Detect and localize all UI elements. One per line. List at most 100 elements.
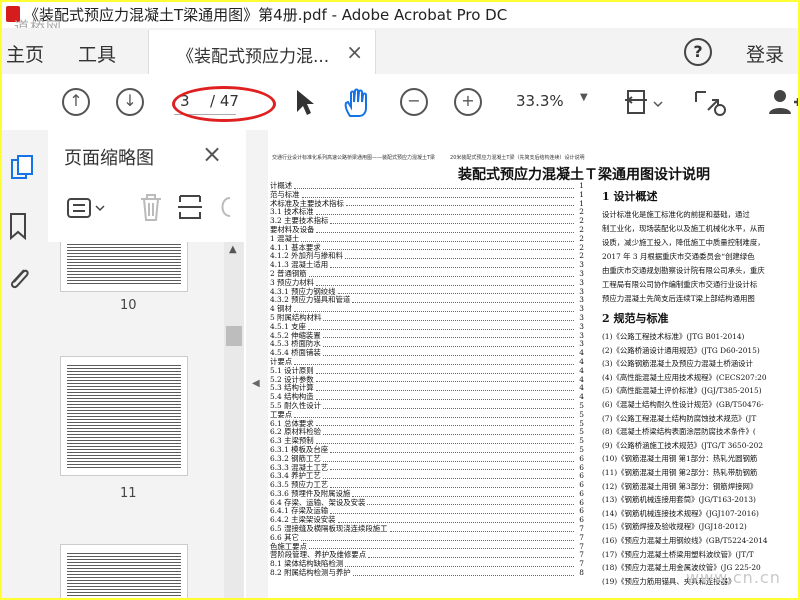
- reference-item: (7)《公路工程混凝土结构防腐蚀技术规范》(JT: [602, 413, 757, 423]
- section-heading: 1 设计概述: [602, 190, 658, 203]
- toc-entry[interactable]: 5.5 耐久性设计 5: [270, 401, 584, 411]
- toc-entry[interactable]: 2 普通钢筋 3: [270, 269, 584, 279]
- close-tab-icon[interactable]: ×: [346, 40, 363, 64]
- sign-in-button[interactable]: 登录: [746, 40, 784, 67]
- toc-entry[interactable]: 5.3 结构计算 4: [270, 384, 584, 393]
- toc-entry[interactable]: 计概述 1: [270, 181, 584, 191]
- toc-leader: [367, 499, 574, 506]
- toolbar: ↑ ↓ 3 / 47 − + 33.3% ▼: [2, 74, 800, 131]
- previous-page-icon[interactable]: ↑: [62, 88, 90, 116]
- toc-leader: [368, 551, 574, 559]
- toc-entry[interactable]: 3.2 主要技术指标 2: [270, 216, 584, 226]
- collapse-arrow-icon[interactable]: ◀: [252, 378, 260, 389]
- toc-leader: [345, 560, 574, 568]
- toc-entry[interactable]: 4.3.2 预应力锚具和管道 3: [270, 296, 584, 305]
- tab-home[interactable]: 主页: [6, 40, 44, 67]
- window-title: 《装配式预应力混凝土T梁通用图》第4册.pdf - Adobe Acrobat …: [24, 6, 508, 24]
- table-of-contents: 计概述 1 范与标准 1 术标准及主要技术指标 1 3.1 技术标准 2 3.2 主要技术指标 2…: [270, 181, 584, 598]
- delete-page-icon[interactable]: [138, 192, 164, 222]
- toc-leader: [322, 472, 574, 480]
- toc-leader: [308, 270, 574, 277]
- toc-leader: [323, 314, 574, 321]
- page-thumbnail[interactable]: [60, 356, 188, 476]
- reference-item: (12)《钢筋混凝土用钢 第3部分：钢筋焊接网》: [602, 481, 758, 491]
- tab-tools[interactable]: 工具: [78, 40, 116, 67]
- acrobat-window: 《装配式预应力混凝土T梁通用图》第4册.pdf - Adobe Acrobat …: [0, 0, 800, 600]
- bookmark-icon[interactable]: [8, 212, 28, 240]
- toc-entry[interactable]: 要材料及设备 2: [270, 225, 584, 235]
- zoom-dropdown-icon[interactable]: ▼: [580, 92, 588, 103]
- reference-item: (13)《钢筋机械连接用套筒》(JG/T163-2013): [602, 495, 756, 505]
- reference-item: (5)《高性能混凝土评价标准》(JGJ/T385-2015): [602, 386, 762, 396]
- reference-item: (15)《钢筋焊接及验收规程》(JGJ18-2012): [602, 522, 747, 532]
- toc-entry[interactable]: 计要点 4: [270, 357, 584, 367]
- toc-entry[interactable]: 6.6 其它 7: [270, 533, 584, 543]
- panel-collapse-handle[interactable]: ◀: [246, 130, 268, 598]
- page-thumbnail[interactable]: [60, 544, 188, 598]
- toc-leader: [315, 376, 574, 383]
- toc-leader: [330, 217, 574, 224]
- toc-entry[interactable]: 工要点 5: [270, 410, 584, 420]
- attachment-icon[interactable]: [6, 264, 32, 296]
- zoom-level[interactable]: 33.3%: [516, 92, 564, 110]
- reference-item: (17)《预应力混凝土桥梁用塑料波纹管》(JT/T: [602, 549, 754, 559]
- rotate-page-icon[interactable]: [216, 194, 236, 220]
- section-heading: 2 规范与标准: [602, 312, 669, 325]
- toc-leader: [322, 340, 574, 348]
- toc-leader: [294, 358, 574, 365]
- toc-entry[interactable]: 5.2 设计参数 4: [270, 375, 584, 385]
- toc-leader: [344, 252, 574, 260]
- toc-leader: [330, 481, 574, 488]
- thumbnail-content: [67, 363, 181, 469]
- toc-leader: [352, 569, 574, 576]
- select-cursor-icon[interactable]: [294, 88, 314, 116]
- toc-entry[interactable]: 6.2 原材料检验 5: [270, 428, 584, 437]
- toc-entry[interactable]: 8.2 附属结构检测与养护 8: [270, 568, 584, 578]
- tab-bar: 主页 工具 《装配式预应力混... × ? 登录: [2, 28, 798, 75]
- share-link-icon[interactable]: [692, 88, 728, 118]
- scroll-up-icon[interactable]: ▲: [229, 244, 237, 255]
- options-menu-icon[interactable]: [66, 196, 110, 220]
- extract-page-icon[interactable]: [176, 192, 204, 222]
- paragraph-line: 制工业化，现场装配化以及施工机械化水平，从而: [602, 224, 765, 233]
- reference-item: (2)《公路桥涵设计通用规范》(JTG D60-2015): [602, 345, 760, 355]
- thumbnail-scrollbar[interactable]: ▲: [224, 242, 244, 598]
- toc-leader: [315, 393, 574, 400]
- toc-entry[interactable]: 5 附属结构材料 3: [270, 313, 584, 323]
- zoom-out-icon[interactable]: −: [400, 88, 428, 116]
- page-fit-icon[interactable]: [624, 88, 664, 118]
- toc-leader: [308, 543, 574, 550]
- document-view[interactable]: 交通行业设计标准化系列高速公路桥梁通用图——装配式预应力混凝土T梁 20米装配式…: [268, 130, 798, 598]
- page-thumbnail-number: 10: [120, 298, 137, 313]
- reference-list: (1)《公路工程技术标准》(JTG B01-2014) (2)《公路桥涵设计通用规…: [602, 330, 798, 588]
- hand-tool-icon[interactable]: [342, 88, 372, 118]
- add-user-icon[interactable]: [768, 88, 800, 118]
- toc-leader: [322, 332, 574, 339]
- toc-leader: [301, 235, 574, 242]
- page-thumbnails-icon[interactable]: [10, 154, 34, 182]
- toc-leader: [300, 534, 574, 541]
- toc-entry[interactable]: 术标准及主要技术指标 1: [270, 199, 584, 209]
- toc-leader: [323, 428, 574, 436]
- toc-entry[interactable]: 5.1 设计原则 4: [270, 366, 584, 376]
- toc-entry[interactable]: 6.5 湿接缝及横隔板现浇连续段施工 7: [270, 524, 584, 534]
- running-header: 交通行业设计标准化系列高速公路桥梁通用图——装配式预应力混凝土T梁 20米装配式…: [272, 155, 585, 160]
- close-panel-icon[interactable]: ×: [202, 140, 222, 168]
- toc-leader: [322, 455, 574, 462]
- thumbnail-list: 10 11: [48, 242, 224, 598]
- page-thumbnail[interactable]: [60, 242, 188, 292]
- toc-entry[interactable]: 4.1.3 混凝土适用 3: [270, 260, 584, 270]
- zoom-in-icon[interactable]: +: [454, 88, 482, 116]
- next-page-icon[interactable]: ↓: [116, 88, 144, 116]
- scroll-thumb[interactable]: [226, 326, 242, 346]
- tab-document[interactable]: 《装配式预应力混... ×: [148, 30, 376, 74]
- reference-item: (10)《钢筋混凝土用钢 第1部分：热轧光圆钢筋: [602, 454, 758, 464]
- toc-leader: [315, 367, 574, 374]
- toc-leader: [322, 349, 574, 356]
- help-icon[interactable]: ?: [684, 38, 712, 66]
- toc-leader: [330, 507, 574, 515]
- toc-entry-page: 8: [579, 568, 584, 578]
- toc-leader: [322, 244, 574, 251]
- toc-entry[interactable]: 4.5.4 桥面铺装 4: [270, 348, 584, 358]
- thumbnail-content: [67, 551, 181, 598]
